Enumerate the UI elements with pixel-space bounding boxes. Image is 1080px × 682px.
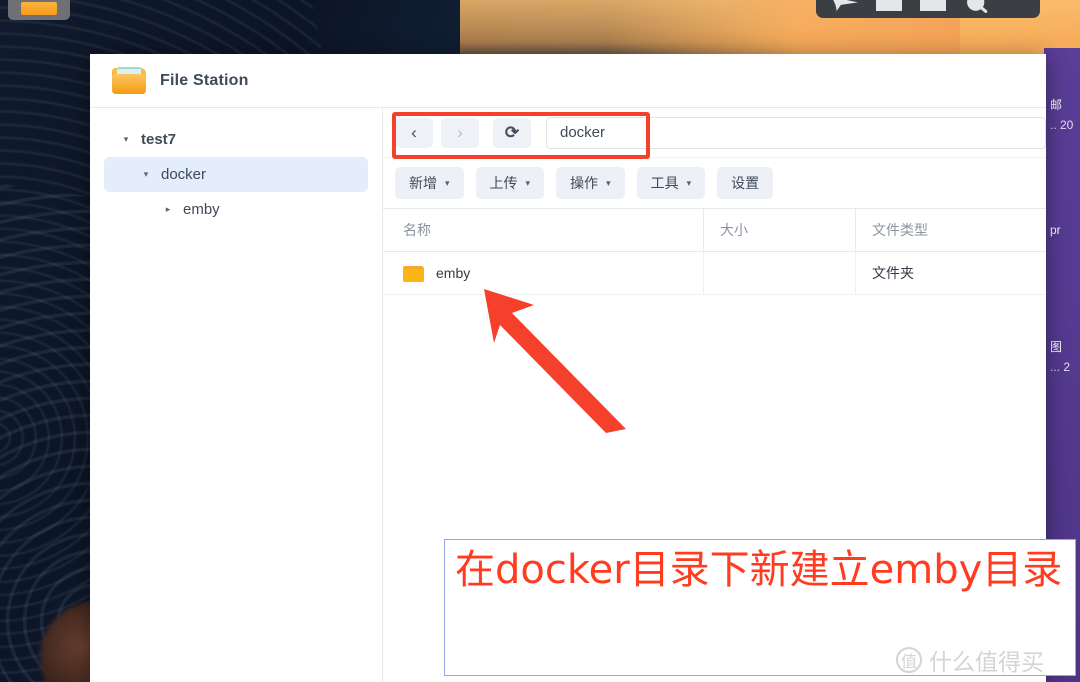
sidebar-item-label: docker xyxy=(161,166,207,183)
chevron-down-icon: ▾ xyxy=(445,177,450,188)
actions-button-label: 操作 xyxy=(570,175,599,191)
forward-button[interactable]: › xyxy=(441,117,479,148)
window-icon[interactable] xyxy=(876,0,902,11)
settings-button-label: 设置 xyxy=(731,175,760,191)
folder-icon xyxy=(403,265,424,282)
file-name-label: emby xyxy=(436,265,471,281)
chevron-down-icon[interactable]: ▾ xyxy=(118,134,134,145)
back-button[interactable]: ‹ xyxy=(395,117,433,148)
right-panel-text-fragment: 图 xyxy=(1050,340,1063,354)
chevron-down-icon: ▾ xyxy=(525,177,531,188)
create-button[interactable]: 新增 ▾ xyxy=(395,167,464,199)
tools-button[interactable]: 工具 ▾ xyxy=(636,167,706,199)
settings-button[interactable]: 设置 xyxy=(717,167,774,199)
create-button-label: 新增 xyxy=(409,175,437,191)
column-header-type[interactable]: 文件类型 xyxy=(855,209,1046,251)
navigation-bar: ‹ › ⟳ docker xyxy=(383,108,1046,158)
page-title: File Station xyxy=(160,71,249,89)
cell-size xyxy=(703,252,855,294)
path-input[interactable]: docker xyxy=(546,116,1046,149)
cell-type: 文件夹 xyxy=(855,252,1046,294)
window-header: File Station xyxy=(90,54,1046,108)
column-header-size[interactable]: 大小 xyxy=(703,209,855,251)
upload-button-label: 上传 xyxy=(489,175,518,191)
actions-button[interactable]: 操作 ▾ xyxy=(556,167,625,199)
cell-name: emby xyxy=(383,265,703,282)
sidebar-item-label: emby xyxy=(183,201,220,218)
chevron-down-icon: ▾ xyxy=(686,177,692,188)
search-icon[interactable] xyxy=(964,0,990,11)
annotation-note-box: 在docker目录下新建立emby目录 xyxy=(444,539,1076,676)
table-header-row: 名称 大小 文件类型 xyxy=(383,209,1046,252)
tools-button-label: 工具 xyxy=(650,175,679,191)
right-panel-text-fragment: 邮 xyxy=(1050,98,1063,112)
folder-icon xyxy=(112,66,146,95)
sidebar-item-docker[interactable]: ▾ docker xyxy=(104,157,368,192)
right-panel-text-fragment: ... 2 xyxy=(1050,360,1071,374)
desktop-taskbar[interactable] xyxy=(816,0,1040,18)
right-panel-text-fragment: .. 20 xyxy=(1050,118,1074,132)
sidebar-tree: ▾ test7 ▾ docker ▸ emby xyxy=(90,108,383,682)
folder-icon xyxy=(21,2,57,15)
send-icon[interactable] xyxy=(832,0,858,11)
chevron-right-icon[interactable]: ▸ xyxy=(160,204,176,215)
table-row[interactable]: emby 文件夹 xyxy=(383,252,1046,295)
sidebar-item-emby[interactable]: ▸ emby xyxy=(104,192,368,227)
right-panel-text-fragment: pr xyxy=(1050,223,1061,237)
refresh-button[interactable]: ⟳ xyxy=(493,117,531,148)
window-icon[interactable] xyxy=(920,0,946,11)
chevron-down-icon: ▾ xyxy=(606,177,611,188)
sidebar-item-label: test7 xyxy=(141,131,177,148)
file-table: 名称 大小 文件类型 emby 文件夹 xyxy=(383,208,1046,295)
action-toolbar: 新增 ▾ 上传 ▾ 操作 ▾ 工具 ▾ 设置 xyxy=(383,158,1046,208)
column-header-name[interactable]: 名称 xyxy=(383,220,703,240)
annotation-note-text: 在docker目录下新建立emby目录 xyxy=(455,547,1063,593)
desktop-folder-shortcut[interactable] xyxy=(8,0,70,20)
upload-button[interactable]: 上传 ▾ xyxy=(475,167,545,199)
chevron-down-icon[interactable]: ▾ xyxy=(138,169,154,180)
sidebar-item-test7[interactable]: ▾ test7 xyxy=(104,122,368,157)
